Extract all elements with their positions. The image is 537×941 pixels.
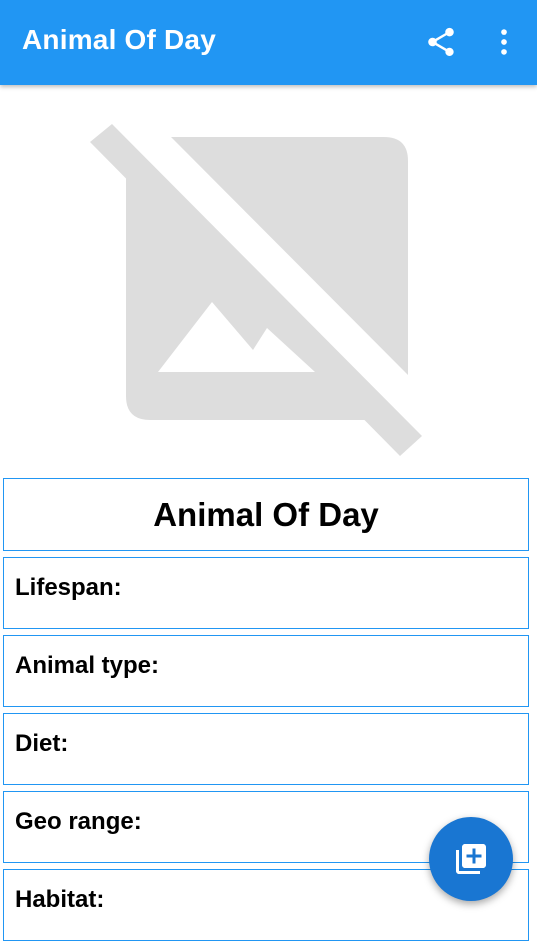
app-bar: Animal Of Day [0, 0, 537, 85]
share-icon [428, 27, 454, 57]
animal-type-label: Animal type: [15, 652, 160, 679]
animal-image [86, 120, 426, 460]
animal-title-card: Animal Of Day [3, 478, 529, 551]
more-vert-icon [501, 29, 507, 55]
habitat-label: Habitat: [15, 886, 105, 913]
animal-title: Animal Of Day [153, 495, 379, 533]
lifespan-label: Lifespan: [15, 574, 122, 601]
animal-type-card: Animal type: [3, 635, 529, 707]
add-to-library-icon [456, 844, 486, 874]
diet-label: Diet: [15, 730, 69, 757]
more-options-button[interactable] [482, 20, 526, 64]
app-title: Animal Of Day [22, 24, 216, 55]
diet-card: Diet: [3, 713, 529, 785]
lifespan-card: Lifespan: [3, 557, 529, 629]
share-button[interactable] [419, 20, 463, 64]
broken-image-icon [90, 124, 422, 456]
geo-range-label: Geo range: [15, 808, 142, 835]
add-favorite-fab[interactable] [429, 817, 513, 901]
